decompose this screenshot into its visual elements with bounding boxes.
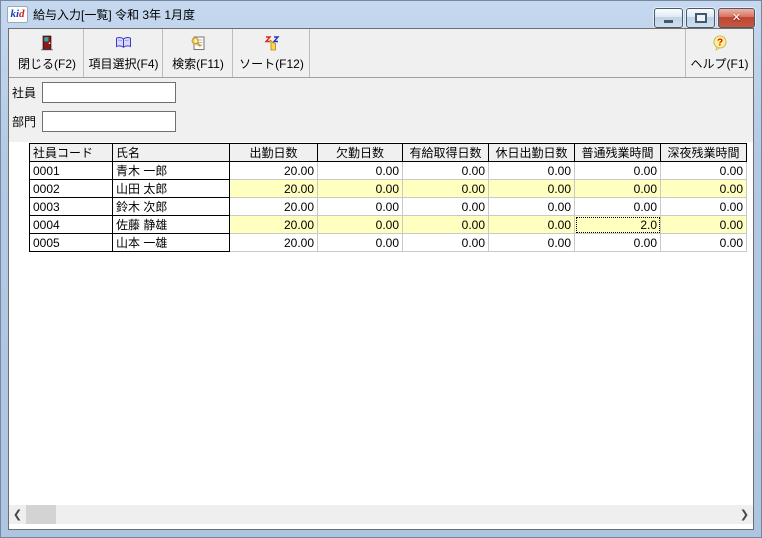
grid-header-row: 社員コード氏名出勤日数欠勤日数有給取得日数休日出勤日数普通残業時間深夜残業時間: [30, 144, 747, 162]
selected-value-cell[interactable]: 2.0: [575, 216, 661, 234]
value-cell[interactable]: 0.00: [489, 180, 575, 198]
value-cell[interactable]: 0.00: [318, 216, 403, 234]
toolbar-button-label: 項目選択(F4): [89, 55, 159, 72]
window-controls: ✕: [654, 8, 755, 28]
toolbar: 閉じる(F2) 項目選択(F4): [9, 29, 753, 78]
department-label: 部門: [12, 113, 42, 130]
employee-input[interactable]: [42, 82, 176, 103]
value-cell[interactable]: 0.00: [318, 180, 403, 198]
table-row: 0004佐藤 静雄20.000.000.000.002.00.00: [30, 216, 747, 234]
column-header[interactable]: 深夜残業時間: [661, 144, 747, 162]
value-cell[interactable]: 0.00: [489, 234, 575, 252]
filter-form: 社員 部門: [9, 78, 753, 142]
app-window: kid 給与入力[一覧] 令和 3年 1月度 ✕ 閉じる: [0, 0, 762, 538]
value-cell[interactable]: 0.00: [318, 234, 403, 252]
scroll-left-icon: ❮: [13, 508, 22, 521]
toolbar-button-label: 閉じる(F2): [18, 55, 76, 72]
employee-name-cell[interactable]: 鈴木 次郎: [113, 198, 230, 216]
employee-name-cell[interactable]: 佐藤 静雄: [113, 216, 230, 234]
item-select-button[interactable]: 項目選択(F4): [85, 29, 163, 77]
search-button[interactable]: 検索(F11): [164, 29, 233, 77]
content-area: 閉じる(F2) 項目選択(F4): [8, 28, 754, 530]
logo-text-red: d: [19, 8, 25, 20]
value-cell[interactable]: 20.00: [230, 180, 318, 198]
value-cell[interactable]: 0.00: [403, 234, 489, 252]
title-bar[interactable]: kid 給与入力[一覧] 令和 3年 1月度 ✕: [1, 1, 761, 28]
minimize-button[interactable]: [654, 8, 683, 28]
value-cell[interactable]: 0.00: [489, 216, 575, 234]
value-cell[interactable]: 0.00: [575, 198, 661, 216]
value-cell[interactable]: 0.00: [403, 162, 489, 180]
value-cell[interactable]: 0.00: [318, 198, 403, 216]
column-header[interactable]: 氏名: [113, 144, 230, 162]
app-logo-icon: kid: [7, 6, 28, 23]
scroll-left-button[interactable]: ❮: [9, 505, 26, 524]
logo-text-blue: ki: [10, 8, 19, 20]
employee-code-cell[interactable]: 0005: [30, 234, 113, 252]
employee-code-cell[interactable]: 0002: [30, 180, 113, 198]
close-button[interactable]: ✕: [718, 8, 755, 28]
horizontal-scrollbar[interactable]: ❮ ❯: [9, 505, 753, 524]
department-input[interactable]: [42, 111, 176, 132]
employee-code-cell[interactable]: 0003: [30, 198, 113, 216]
value-cell[interactable]: 20.00: [230, 198, 318, 216]
sort-hand-icon: [264, 34, 280, 52]
value-cell[interactable]: 20.00: [230, 216, 318, 234]
value-cell[interactable]: 0.00: [575, 180, 661, 198]
value-cell[interactable]: 0.00: [661, 180, 747, 198]
column-header[interactable]: 社員コード: [30, 144, 113, 162]
value-cell[interactable]: 0.00: [489, 198, 575, 216]
column-header[interactable]: 有給取得日数: [403, 144, 489, 162]
value-cell[interactable]: 0.00: [661, 234, 747, 252]
scroll-right-button[interactable]: ❯: [736, 505, 753, 524]
table-row: 0002山田 太郎20.000.000.000.000.000.00: [30, 180, 747, 198]
close-icon: ✕: [732, 13, 741, 24]
toolbar-button-label: ソート(F12): [239, 55, 304, 72]
value-cell[interactable]: 0.00: [489, 162, 575, 180]
svg-text:?: ?: [716, 38, 722, 49]
employee-code-cell[interactable]: 0001: [30, 162, 113, 180]
value-cell[interactable]: 0.00: [661, 198, 747, 216]
payroll-table: 社員コード氏名出勤日数欠勤日数有給取得日数休日出勤日数普通残業時間深夜残業時間 …: [29, 143, 747, 252]
value-cell[interactable]: 0.00: [403, 216, 489, 234]
toolbar-button-label: 検索(F11): [172, 55, 224, 72]
column-header[interactable]: 普通残業時間: [575, 144, 661, 162]
value-cell[interactable]: 0.00: [661, 216, 747, 234]
help-button[interactable]: ? ヘルプ(F1): [685, 29, 753, 77]
value-cell[interactable]: 0.00: [575, 234, 661, 252]
employee-name-cell[interactable]: 青木 一郎: [113, 162, 230, 180]
sort-button[interactable]: ソート(F12): [234, 29, 310, 77]
value-cell[interactable]: 0.00: [661, 162, 747, 180]
value-cell[interactable]: 0.00: [403, 198, 489, 216]
door-close-icon: [39, 34, 55, 52]
grid-area: 社員コード氏名出勤日数欠勤日数有給取得日数休日出勤日数普通残業時間深夜残業時間 …: [9, 142, 753, 529]
column-header[interactable]: 欠勤日数: [318, 144, 403, 162]
column-header[interactable]: 出勤日数: [230, 144, 318, 162]
value-cell[interactable]: 0.00: [403, 180, 489, 198]
scrollbar-thumb[interactable]: [26, 505, 56, 524]
scroll-right-icon: ❯: [740, 508, 749, 521]
value-cell[interactable]: 0.00: [575, 162, 661, 180]
help-question-icon: ?: [712, 34, 728, 52]
value-cell[interactable]: 20.00: [230, 162, 318, 180]
employee-name-cell[interactable]: 山田 太郎: [113, 180, 230, 198]
table-row: 0001青木 一郎20.000.000.000.000.000.00: [30, 162, 747, 180]
employee-code-cell[interactable]: 0004: [30, 216, 113, 234]
value-cell[interactable]: 20.00: [230, 234, 318, 252]
toolbar-button-label: ヘルプ(F1): [691, 55, 749, 72]
close-form-button[interactable]: 閉じる(F2): [11, 29, 84, 77]
restore-button[interactable]: [686, 8, 715, 28]
employee-label: 社員: [12, 84, 42, 101]
employee-name-cell[interactable]: 山本 一雄: [113, 234, 230, 252]
column-header[interactable]: 休日出勤日数: [489, 144, 575, 162]
value-cell[interactable]: 0.00: [318, 162, 403, 180]
minimize-icon: [664, 20, 673, 23]
table-row: 0003鈴木 次郎20.000.000.000.000.000.00: [30, 198, 747, 216]
table-row: 0005山本 一雄20.000.000.000.000.000.00: [30, 234, 747, 252]
open-book-icon: [115, 34, 132, 52]
window-title: 給与入力[一覧] 令和 3年 1月度: [33, 6, 195, 23]
restore-icon: [695, 13, 707, 23]
grid-body: 0001青木 一郎20.000.000.000.000.000.000002山田…: [30, 162, 747, 252]
search-document-icon: [190, 34, 206, 52]
